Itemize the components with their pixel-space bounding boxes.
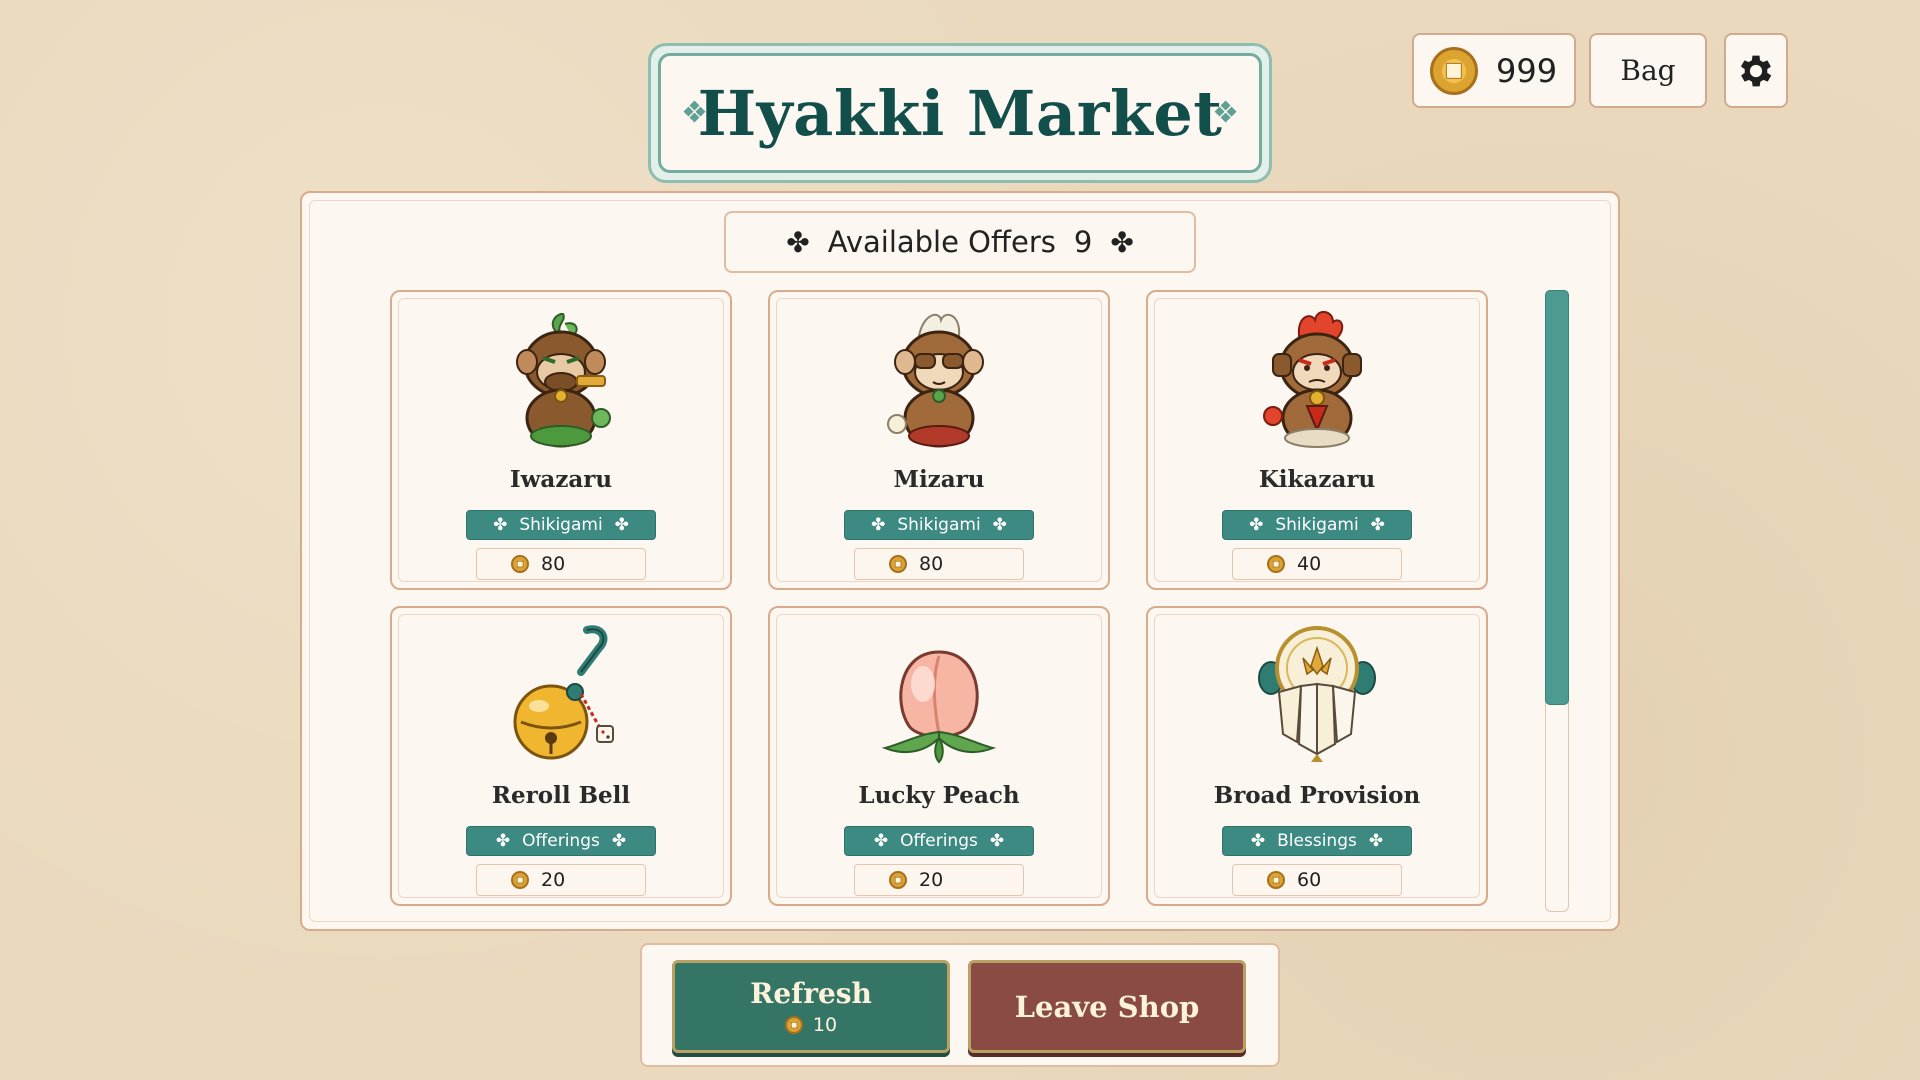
settings-button[interactable]	[1724, 33, 1788, 108]
clover-icon: ✤	[611, 831, 627, 851]
offer-category: Offerings	[900, 831, 978, 851]
coin-icon	[1430, 46, 1478, 95]
clover-icon: ✤	[493, 515, 508, 535]
offer-category-tag: ✤ Offerings ✤	[466, 826, 656, 856]
offer-card-mizaru[interactable]: Mizaru ✤ Shikigami ✤ 80	[768, 290, 1110, 590]
title-plaque: ❖ Hyakki Market ❖	[648, 43, 1272, 183]
bell-icon	[513, 625, 614, 760]
fan-emblem-icon	[1258, 626, 1376, 762]
clover-icon: ✤	[873, 831, 889, 851]
offer-card-reroll-bell[interactable]: Reroll Bell ✤ Offerings ✤ 20	[390, 606, 732, 906]
clover-icon: ✤	[786, 225, 810, 259]
offers-count: 9	[1073, 225, 1093, 259]
refresh-cost-value: 10	[812, 1014, 838, 1036]
offer-category-tag: ✤ Blessings ✤	[1222, 826, 1412, 856]
coin-icon	[511, 555, 529, 573]
offer-card-broad-provision[interactable]: Broad Provision ✤ Blessings ✤ 60	[1146, 606, 1488, 906]
offers-scrollbar[interactable]	[1545, 290, 1569, 912]
currency-display: 999	[1412, 33, 1576, 108]
offer-category-tag: ✤ Shikigami ✤	[466, 510, 656, 540]
clover-icon: ✤	[1368, 831, 1384, 851]
offer-price: 80	[476, 548, 646, 580]
coin-icon	[1267, 871, 1285, 889]
offer-category-tag: ✤ Shikigami ✤	[844, 510, 1034, 540]
ornament-icon: ❖	[681, 95, 708, 131]
coin-icon	[889, 555, 907, 573]
offer-card-iwazaru[interactable]: Iwazaru ✤ Shikigami ✤ 80	[390, 290, 732, 590]
offer-name: Reroll Bell	[491, 782, 631, 809]
offer-price-value: 20	[919, 869, 944, 891]
offer-name: Broad Provision	[1213, 782, 1421, 809]
offers-header: ✤ Available Offers 9 ✤	[724, 211, 1196, 273]
clover-icon: ✤	[989, 831, 1005, 851]
offer-price: 20	[476, 864, 646, 896]
offer-name: Iwazaru	[509, 466, 613, 493]
clover-icon: ✤	[1370, 515, 1385, 535]
offer-price: 40	[1232, 548, 1402, 580]
offers-label: Available Offers	[827, 225, 1056, 259]
peach-icon	[881, 650, 997, 764]
refresh-label: Refresh	[750, 977, 872, 1010]
title-plaque-inner: ❖ Hyakki Market ❖	[658, 53, 1262, 173]
offer-price-value: 40	[1297, 553, 1322, 575]
leave-shop-button[interactable]: Leave Shop	[968, 960, 1246, 1053]
offer-name: Kikazaru	[1258, 466, 1376, 493]
ornament-icon: ❖	[1212, 95, 1239, 131]
monkey-see-no-evil-icon	[887, 313, 984, 448]
page-title: Hyakki Market	[697, 76, 1223, 150]
monkey-hear-no-evil-icon	[1263, 311, 1362, 448]
coin-icon	[511, 871, 529, 889]
offer-category: Shikigami	[1275, 515, 1359, 535]
offer-category: Blessings	[1277, 831, 1357, 851]
clover-icon: ✤	[1249, 515, 1264, 535]
offer-category: Shikigami	[897, 515, 981, 535]
offer-category-tag: ✤ Shikigami ✤	[1222, 510, 1412, 540]
currency-amount: 999	[1496, 51, 1558, 90]
coin-icon	[784, 1016, 803, 1034]
clover-icon: ✤	[1250, 831, 1266, 851]
offer-price: 60	[1232, 864, 1402, 896]
refresh-cost: 10	[784, 1014, 838, 1036]
offer-card-lucky-peach[interactable]: Lucky Peach ✤ Offerings ✤ 20	[768, 606, 1110, 906]
scrollbar-thumb[interactable]	[1545, 290, 1569, 705]
coin-icon	[1267, 555, 1285, 573]
offer-name: Mizaru	[893, 466, 985, 493]
offer-card-kikazaru[interactable]: Kikazaru ✤ Shikigami ✤ 40	[1146, 290, 1488, 590]
offer-price: 20	[854, 864, 1024, 896]
offer-category: Shikigami	[519, 515, 603, 535]
offer-price-value: 20	[541, 869, 566, 891]
monkey-speak-no-evil-icon	[516, 313, 611, 448]
offer-price-value: 80	[919, 553, 944, 575]
gear-icon	[1740, 55, 1772, 86]
clover-icon: ✤	[871, 515, 886, 535]
coin-icon	[889, 871, 907, 889]
offer-category-tag: ✤ Offerings ✤	[844, 826, 1034, 856]
offer-category: Offerings	[522, 831, 600, 851]
clover-icon: ✤	[495, 831, 511, 851]
offer-price: 80	[854, 548, 1024, 580]
clover-icon: ✤	[614, 515, 629, 535]
offer-price-value: 80	[541, 553, 566, 575]
bag-button[interactable]: Bag	[1589, 33, 1707, 108]
refresh-button[interactable]: Refresh 10	[672, 960, 950, 1053]
offer-name: Lucky Peach	[858, 782, 1020, 809]
clover-icon: ✤	[1110, 225, 1134, 259]
clover-icon: ✤	[992, 515, 1007, 535]
offer-price-value: 60	[1297, 869, 1322, 891]
